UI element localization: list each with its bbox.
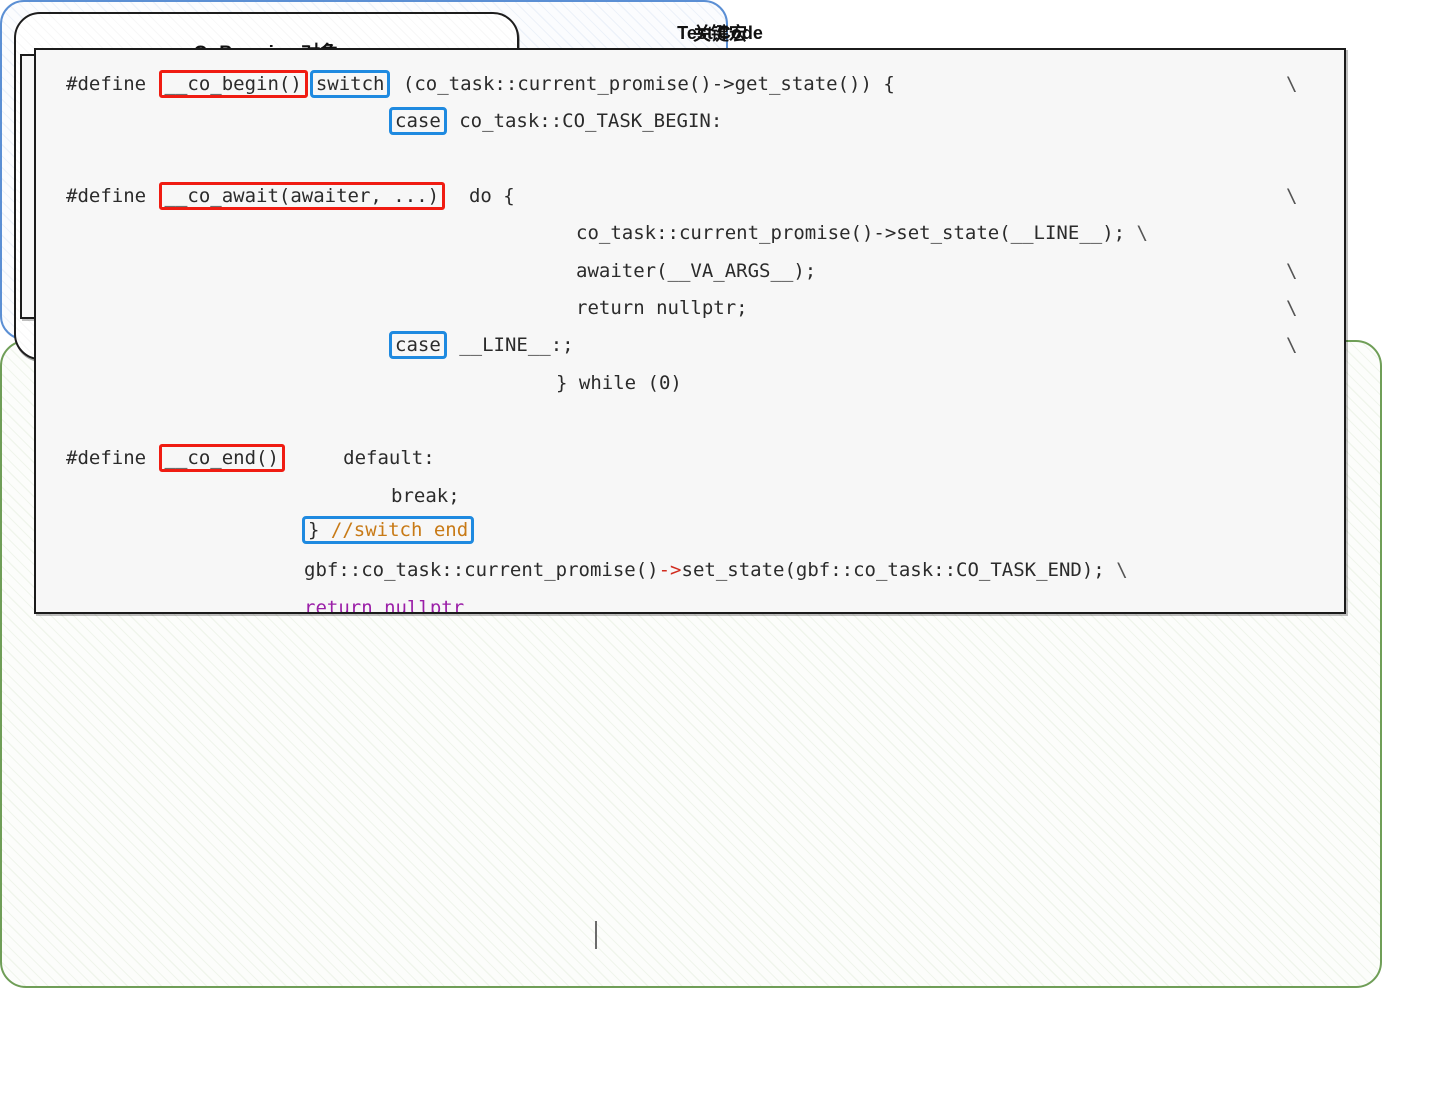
continuation-backslash: \	[1286, 260, 1298, 282]
highlight-switch-keyword: switch	[309, 70, 391, 98]
macro-line-break: break;	[391, 478, 460, 516]
macro-continuation-3: \	[1286, 253, 1297, 291]
continuation-backslash: \	[1136, 222, 1148, 244]
macro-line-set-state: co_task::current_promise()->set_state(__…	[576, 215, 1148, 253]
highlight-case-keyword-2: case	[389, 331, 447, 359]
macro-continuation-4: \	[1286, 290, 1297, 328]
key-macros-title: 关键宏	[693, 24, 747, 44]
co-end-setstate-b: set_state(gbf::co_task::CO_TASK_END);	[681, 559, 1117, 581]
define-keyword-1: #define	[66, 73, 147, 95]
case-line-rest: __LINE__:;	[447, 334, 574, 356]
co-end-setstate-arrow: ->	[658, 559, 682, 581]
highlight-macro-co-begin-name: __co_begin()	[158, 70, 308, 98]
macro-line-awaiter-call: awaiter(__VA_ARGS__);	[576, 253, 816, 291]
key-macros-box: 关键宏 #define __co_begin() switch (co_task:…	[0, 24, 1382, 988]
highlight-macro-co-await-name: __co_await(awaiter, ...)	[158, 182, 446, 210]
macro-line-case-line: case __LINE__:;	[388, 327, 574, 365]
macro-line-return-nullptr-end: return nullptr	[304, 590, 465, 614]
switch-end-brace: }	[308, 519, 331, 541]
co-await-body-set-state: co_task::current_promise()->set_state(__…	[576, 222, 1137, 244]
macro-line-while-zero: } while (0)	[556, 365, 682, 403]
diagram-canvas: CoPromise 对象 std::tuple<>: 保存可恢复的数据变量 st…	[0, 0, 1440, 1110]
macro-line-define-co-await: #define __co_await(awaiter, ...) do {	[66, 178, 515, 216]
macro-line-set-state-end: gbf::co_task::current_promise()->set_sta…	[304, 552, 1128, 590]
co-end-break: break;	[391, 485, 460, 507]
continuation-backslash: \	[1116, 559, 1128, 581]
key-macros-snippet: #define __co_begin() switch (co_task::cur…	[34, 48, 1346, 614]
macro-continuation-5: \	[1286, 327, 1297, 365]
macro-continuation-1: \	[1286, 66, 1297, 104]
co-end-default: default:	[343, 447, 435, 469]
define-keyword-2: #define	[66, 185, 147, 207]
highlight-case-keyword-1: case	[389, 107, 447, 135]
switch-end-comment-text: //switch end	[330, 519, 469, 541]
define-keyword-3: #define	[66, 447, 147, 469]
continuation-backslash: \	[1286, 297, 1298, 319]
highlight-macro-co-end-name: __co_end()	[158, 444, 285, 472]
macro-line-define-co-begin: #define __co_begin() switch (co_task::cur…	[66, 66, 895, 104]
continuation-backslash: \	[1286, 73, 1298, 95]
co-begin-rest: (co_task::current_promise()->get_state()…	[391, 73, 895, 95]
text-caret	[595, 921, 597, 949]
continuation-backslash: \	[1286, 185, 1298, 207]
macro-line-case-begin: case co_task::CO_TASK_BEGIN:	[388, 103, 722, 141]
continuation-backslash: \	[1286, 334, 1298, 356]
co-end-setstate-a: gbf::co_task::current_promise()	[304, 559, 659, 581]
co-end-return: return nullptr	[304, 597, 465, 614]
highlight-switch-end-comment: } //switch end	[302, 516, 475, 544]
case-begin-rest: co_task::CO_TASK_BEGIN:	[447, 110, 723, 132]
co-await-body-return: return nullptr;	[576, 297, 748, 319]
macro-line-define-co-end: #define __co_end() default:	[66, 440, 435, 478]
macro-line-return-nullptr-await: return nullptr;	[576, 290, 748, 328]
macro-line-switch-end: } //switch end	[301, 512, 475, 550]
co-await-do-keyword: do {	[468, 185, 515, 207]
macro-continuation-2: \	[1286, 178, 1297, 216]
co-await-while: } while (0)	[556, 372, 682, 394]
co-await-body-awaiter: awaiter(__VA_ARGS__);	[576, 260, 817, 282]
